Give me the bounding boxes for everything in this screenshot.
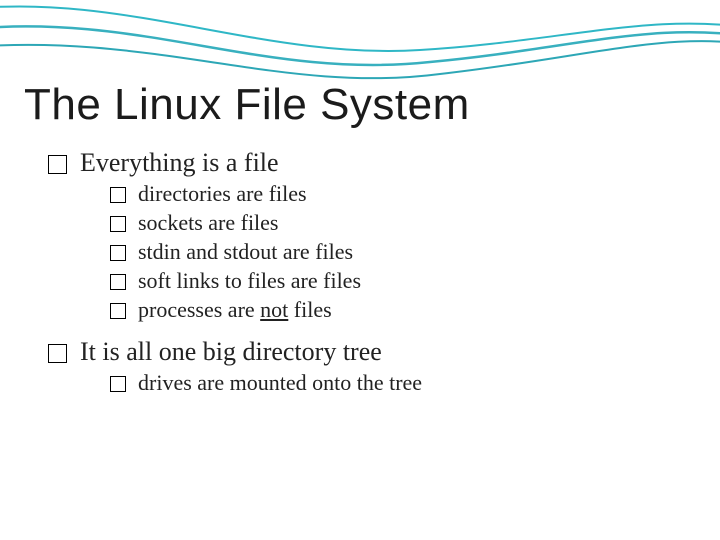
list-item-text: soft links to files are files — [138, 268, 361, 293]
list-item: soft links to files are files — [110, 268, 696, 294]
square-bullet-icon — [110, 187, 126, 203]
square-bullet-icon — [110, 216, 126, 232]
list-item: It is all one big directory tree drives … — [48, 337, 696, 396]
slide-title: The Linux File System — [24, 80, 696, 130]
list-item: processes are not files — [110, 297, 696, 323]
list-item: drives are mounted onto the tree — [110, 370, 696, 396]
square-bullet-icon — [110, 303, 126, 319]
list-item-text: directories are files — [138, 181, 307, 206]
list-item-text: Everything is a file — [80, 148, 279, 177]
slide-content: The Linux File System Everything is a fi… — [24, 80, 696, 410]
list-item-text: It is all one big directory tree — [80, 337, 382, 366]
square-bullet-icon — [110, 376, 126, 392]
bullet-list-level1: Everything is a file directories are fil… — [24, 148, 696, 396]
list-item-text: sockets are files — [138, 210, 279, 235]
bullet-list-level2: directories are files sockets are files … — [80, 181, 696, 323]
list-item-text: drives are mounted onto the tree — [138, 370, 422, 395]
square-bullet-icon — [110, 274, 126, 290]
square-bullet-icon — [48, 344, 67, 363]
list-item: Everything is a file directories are fil… — [48, 148, 696, 323]
list-item-text: stdin and stdout are files — [138, 239, 353, 264]
bullet-list-level2: drives are mounted onto the tree — [80, 370, 696, 396]
list-item-text: processes are not files — [138, 297, 332, 322]
list-item: sockets are files — [110, 210, 696, 236]
square-bullet-icon — [110, 245, 126, 261]
list-item: stdin and stdout are files — [110, 239, 696, 265]
square-bullet-icon — [48, 155, 67, 174]
list-item: directories are files — [110, 181, 696, 207]
